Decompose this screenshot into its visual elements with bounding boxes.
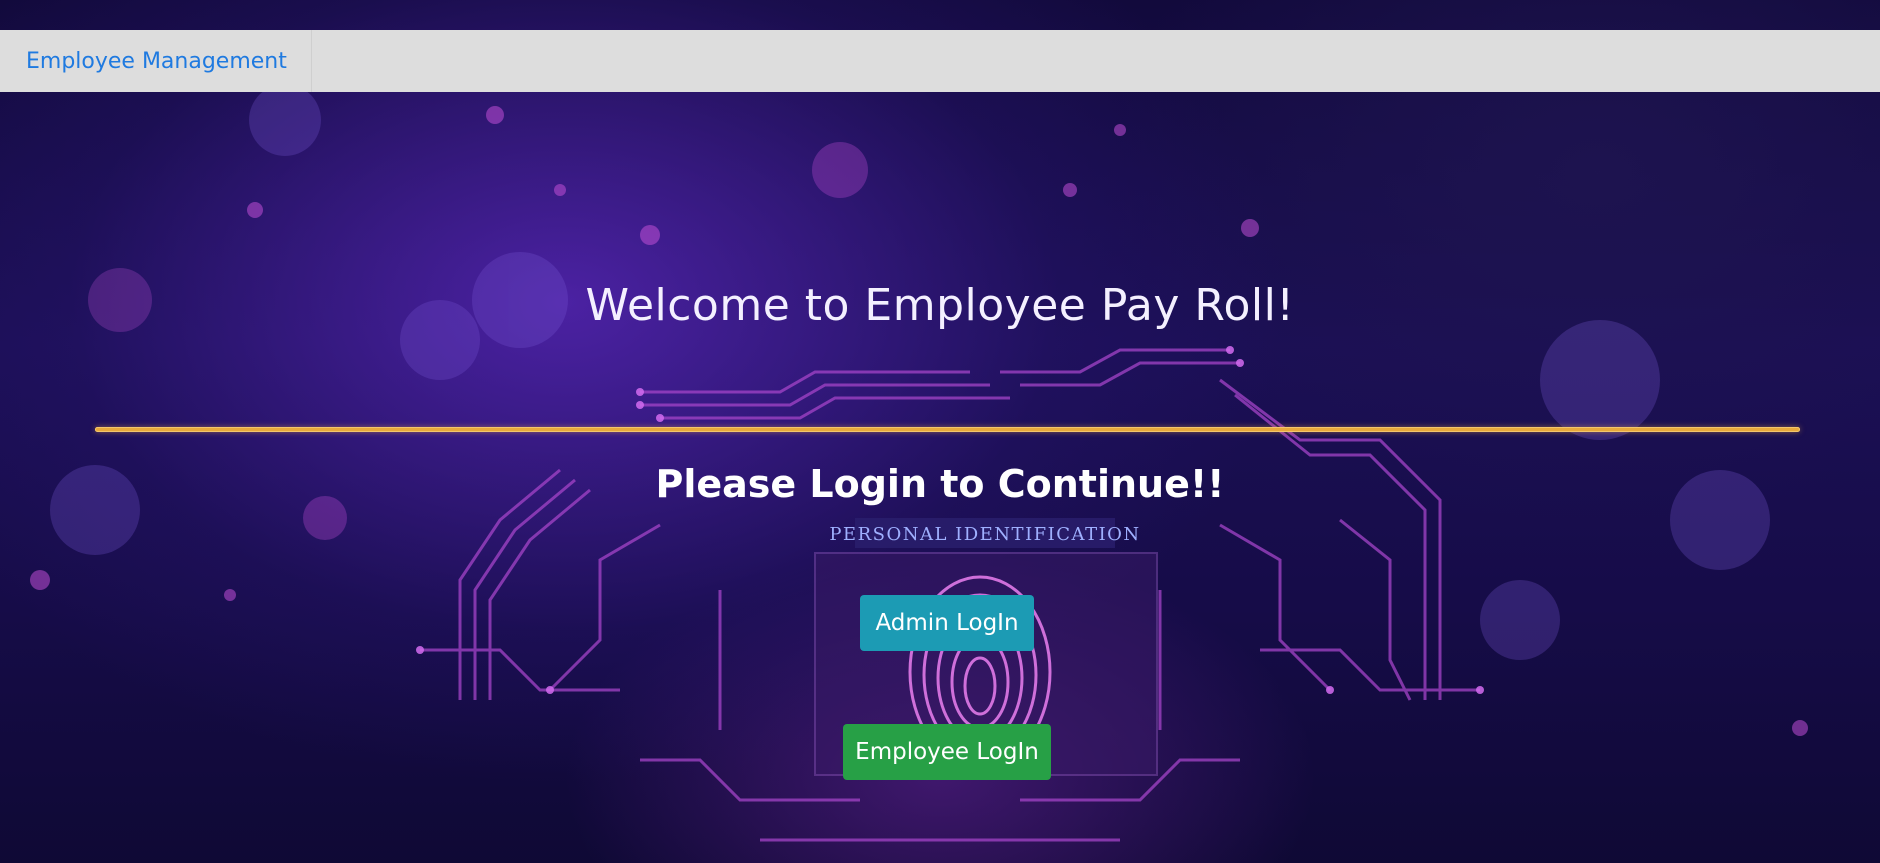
employee-login-button[interactable]: Employee LogIn	[843, 724, 1051, 780]
brand-link[interactable]: Employee Management	[0, 30, 312, 92]
horizontal-divider	[95, 427, 1800, 432]
login-prompt: Please Login to Continue!!	[655, 462, 1225, 506]
panel-caption: PERSONAL IDENTIFICATION	[829, 524, 1140, 545]
welcome-title: Welcome to Employee Pay Roll!	[585, 280, 1295, 331]
admin-login-button[interactable]: Admin LogIn	[860, 595, 1034, 651]
page: PERSONAL IDENTIFICATION Employee Managem…	[0, 0, 1880, 863]
top-navbar: Employee Management	[0, 30, 1880, 92]
